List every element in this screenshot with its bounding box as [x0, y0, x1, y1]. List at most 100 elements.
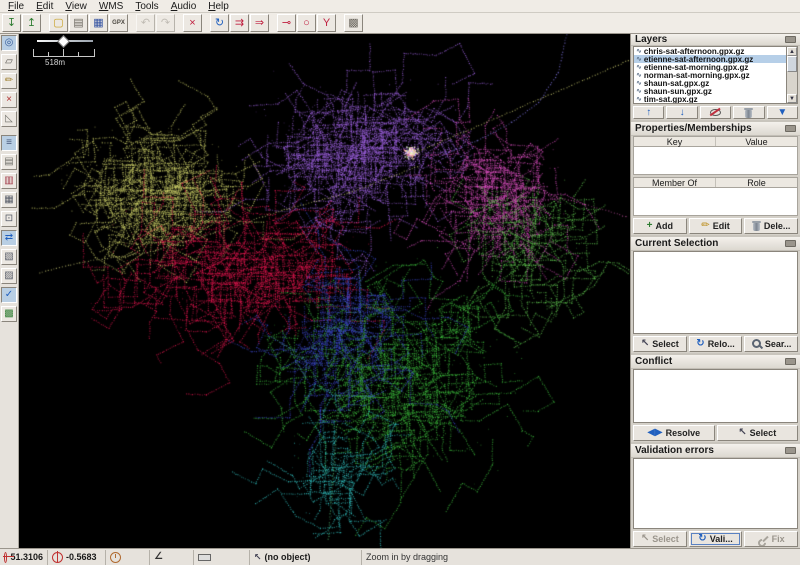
selection-dialog-button[interactable]: ⊡	[1, 211, 17, 227]
history-dialog-button[interactable]: ▨	[1, 268, 17, 284]
page-magnifier-icon: ▤	[4, 156, 14, 167]
combine-way-button[interactable]: ⇉	[230, 14, 249, 32]
layer-move-down-button[interactable]: ↓	[666, 106, 698, 119]
validation-run-button[interactable]: ↻ Vali...	[688, 531, 743, 547]
update-data-button[interactable]: ↻	[210, 14, 229, 32]
plugins-button[interactable]: ▩	[1, 306, 17, 322]
menu-view[interactable]: View	[59, 1, 93, 12]
pin-icon[interactable]	[785, 358, 796, 365]
scrollbar[interactable]: ▲ ▼	[786, 46, 798, 104]
memberships-table-body[interactable]	[633, 188, 798, 216]
scrollbar-thumb[interactable]	[787, 56, 797, 72]
tags-table-header: Key Value	[633, 136, 798, 147]
align-circle-button[interactable]: ○	[297, 14, 316, 32]
conflict-panel: Conflict ◀▶ Resolve ↖ Select	[631, 355, 800, 442]
cursor-icon: ↖	[254, 551, 262, 562]
heading-clock-icon	[110, 551, 121, 563]
split-node-button[interactable]: Y	[317, 14, 336, 32]
split-way-button[interactable]: ×	[183, 14, 202, 32]
toolbar-separator	[203, 14, 210, 32]
tags-table-body[interactable]	[633, 147, 798, 175]
zoom-slider-knob[interactable]	[57, 35, 70, 48]
conflict-list[interactable]	[633, 369, 798, 423]
download-button[interactable]: ↧	[2, 14, 21, 32]
scroll-down-icon[interactable]: ▼	[787, 94, 797, 103]
map-view[interactable]: 518m	[19, 34, 630, 548]
validation-list[interactable]	[633, 458, 798, 529]
scissors-icon: ×	[189, 16, 196, 29]
panel-title: Validation errors	[635, 445, 714, 456]
open-button[interactable]: ▤	[69, 14, 88, 32]
arrow-down-icon: ↓	[679, 106, 685, 118]
undo-button[interactable]: ↶	[136, 14, 155, 32]
map-canvas[interactable]	[19, 34, 630, 548]
validation-select-button[interactable]: ↖ Select	[633, 531, 687, 547]
layer-merge-button[interactable]: ▼	[766, 106, 799, 119]
properties-dialog-button[interactable]: ▦	[1, 192, 17, 208]
unglue-button[interactable]: ⊸	[277, 14, 296, 32]
layer-visibility-button[interactable]	[699, 106, 732, 119]
layer-move-up-button[interactable]: ↑	[633, 106, 665, 119]
delete-tag-button[interactable]: Dele...	[744, 218, 799, 234]
merge-nodes-button[interactable]: ⇒	[250, 14, 269, 32]
pin-icon[interactable]	[785, 36, 796, 43]
draw-mode-button[interactable]: ✏	[1, 73, 17, 89]
toolbar-separator	[129, 14, 136, 32]
column-header-key[interactable]: Key	[634, 137, 716, 147]
properties-panel-buttons: + Add ✏ Edit Dele...	[631, 216, 800, 235]
layers-dialog-button[interactable]: ≡	[1, 135, 17, 151]
ruler-icon	[198, 553, 211, 561]
trash-icon	[744, 107, 754, 118]
pencil-icon: ✏	[701, 220, 710, 231]
layer-row[interactable]: ∿ tim-sat.gpx.gz	[634, 95, 786, 104]
redo-button[interactable]: ↷	[156, 14, 175, 32]
scroll-up-icon[interactable]: ▲	[787, 47, 797, 56]
validation-fix-button[interactable]: Fix	[744, 531, 799, 547]
relations-dialog-button[interactable]: ▧	[1, 249, 17, 265]
selection-select-button[interactable]: ↖ Select	[633, 336, 687, 352]
measure-mode-button[interactable]: ◺	[1, 111, 17, 127]
add-tag-button[interactable]: + Add	[633, 218, 687, 234]
mapstyle-dialog-button[interactable]: ▤	[1, 154, 17, 170]
conflict-resolve-button[interactable]: ◀▶ Resolve	[633, 425, 715, 441]
selection-panel-buttons: ↖ Select ↻ Relo... Sear...	[631, 334, 800, 353]
pin-icon[interactable]	[785, 240, 796, 247]
selection-list[interactable]	[633, 251, 798, 334]
new-file-button[interactable]: ▢	[49, 14, 68, 32]
history-list-icon: ▨	[4, 270, 14, 281]
zoom-slider[interactable]	[37, 35, 93, 48]
preferences-button[interactable]: ▩	[344, 14, 363, 32]
plugin-grid-icon: ▩	[4, 308, 14, 319]
menu-audio[interactable]: Audio	[165, 1, 203, 12]
column-header-role[interactable]: Role	[716, 178, 797, 188]
book-icon: ▥	[4, 175, 14, 186]
conflict-dialog-button[interactable]: ⇄	[1, 230, 17, 246]
tags-dialog-button[interactable]: ▥	[1, 173, 17, 189]
select-mode-button[interactable]: ▱	[1, 54, 17, 70]
edit-tag-button[interactable]: ✏ Edit	[688, 218, 743, 234]
menu-wms[interactable]: WMS	[93, 1, 129, 12]
zoom-mode-button[interactable]: ◎	[1, 35, 17, 51]
menu-file[interactable]: File	[2, 1, 30, 12]
pin-icon[interactable]	[785, 447, 796, 454]
save-button[interactable]: ▦	[89, 14, 108, 32]
pin-icon[interactable]	[785, 125, 796, 132]
conflict-select-button[interactable]: ↖ Select	[716, 425, 798, 441]
export-gpx-button[interactable]: GPX	[109, 14, 128, 32]
selection-search-button[interactable]: Sear...	[744, 336, 799, 352]
menu-edit[interactable]: Edit	[30, 1, 59, 12]
toolbar-separator	[42, 14, 49, 32]
main-toolbar: ↧ ↥ ▢ ▤ ▦ GPX ↶ ↷ × ↻ ⇉ ⇒ ⊸ ○ Y ▩	[0, 13, 800, 34]
latitude-indicator: 51.3106	[0, 549, 48, 565]
selection-reload-button[interactable]: ↻ Relo...	[688, 336, 743, 352]
menu-tools[interactable]: Tools	[129, 1, 164, 12]
upload-button[interactable]: ↥	[22, 14, 41, 32]
column-header-member-of[interactable]: Member Of	[634, 178, 716, 188]
column-header-value[interactable]: Value	[716, 137, 797, 147]
open-folder-icon: ▤	[73, 16, 84, 29]
validator-dialog-button[interactable]: ✓	[1, 287, 17, 303]
delete-mode-button[interactable]: ×	[1, 92, 17, 108]
menu-help[interactable]: Help	[202, 1, 235, 12]
layer-delete-button[interactable]	[733, 106, 765, 119]
button-label: Vali...	[709, 534, 733, 544]
